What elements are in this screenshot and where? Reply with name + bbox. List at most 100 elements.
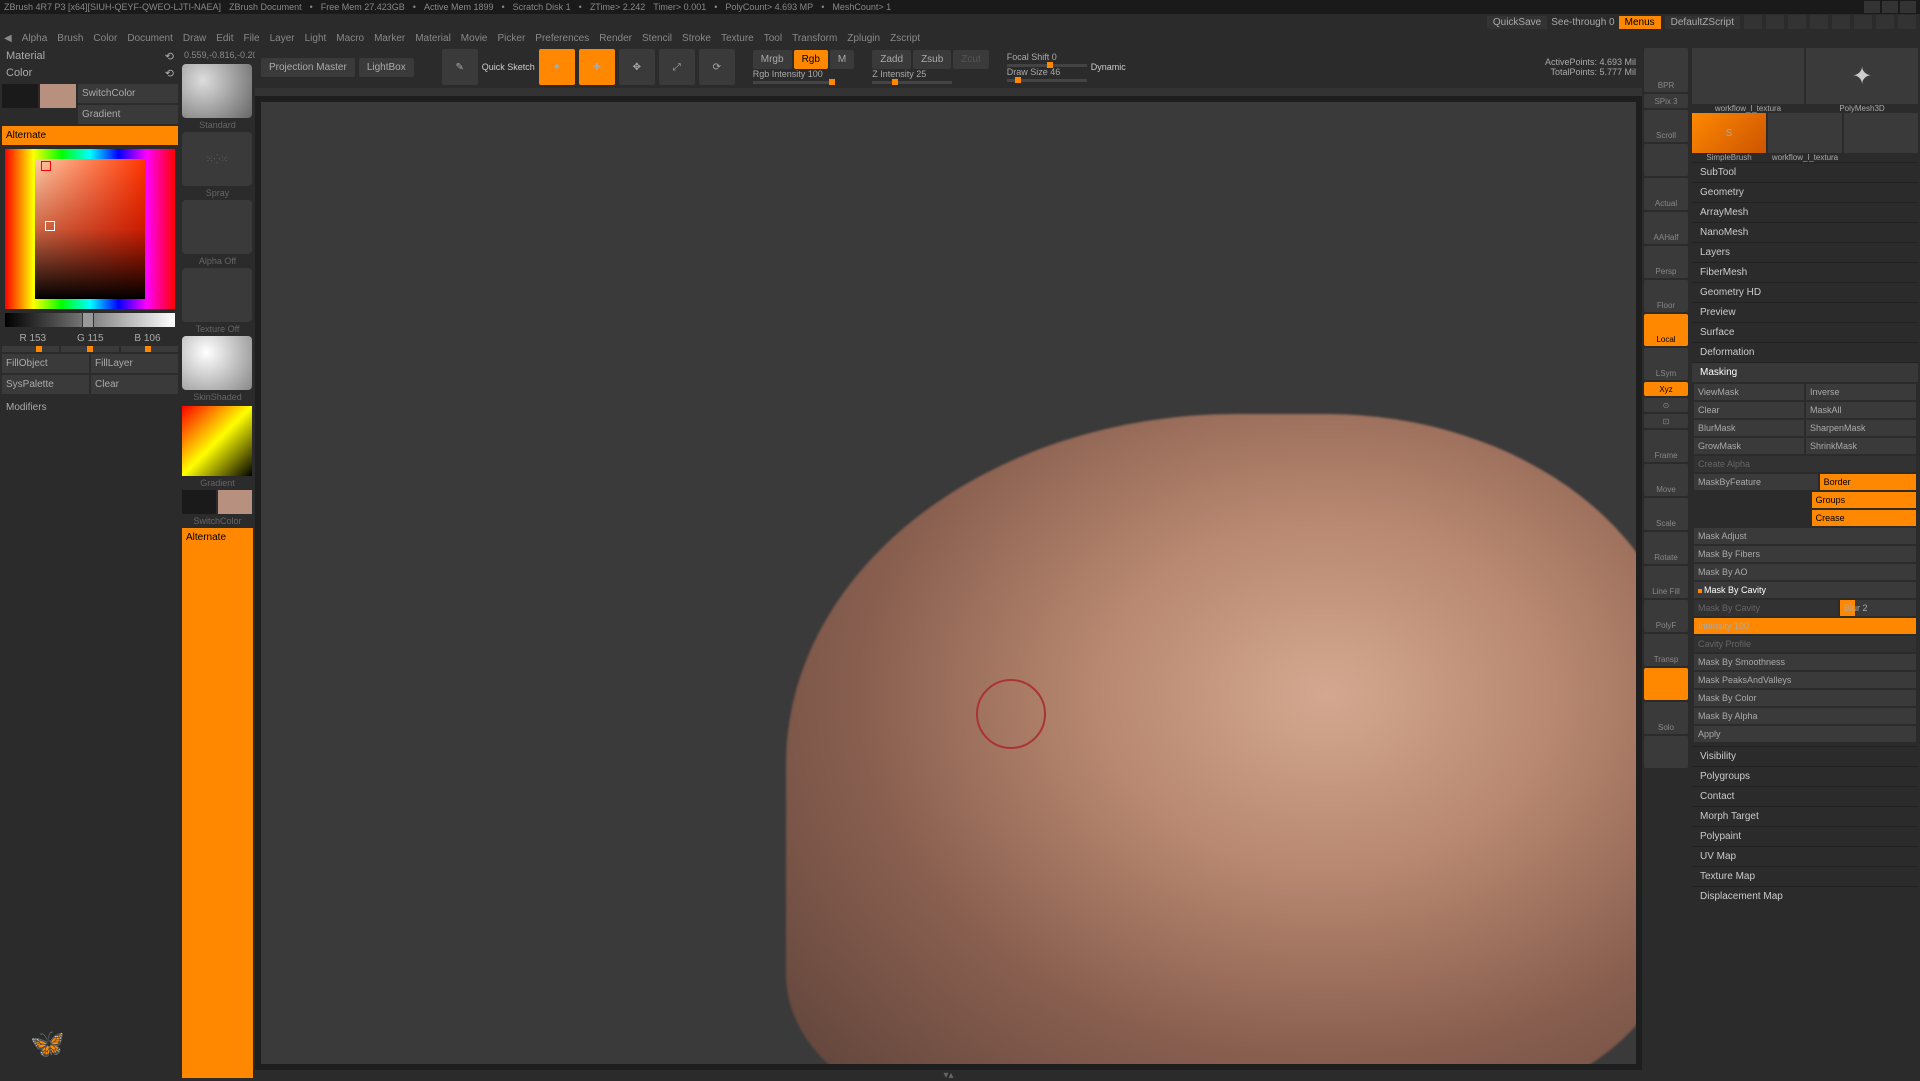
section-nanomesh[interactable]: NanoMesh xyxy=(1692,222,1918,242)
clear-button[interactable]: Clear xyxy=(91,375,178,394)
fillobject-button[interactable]: FillObject xyxy=(2,354,89,373)
growmask-button[interactable]: GrowMask xyxy=(1694,438,1804,454)
material-header[interactable]: Material xyxy=(6,50,45,63)
section-displacementmap[interactable]: Displacement Map xyxy=(1692,886,1918,906)
ghost-icon[interactable] xyxy=(1644,668,1688,700)
section-layers[interactable]: Layers xyxy=(1692,242,1918,262)
b-slider[interactable] xyxy=(121,346,178,352)
border-button[interactable]: Border xyxy=(1820,474,1916,490)
menu-texture[interactable]: Texture xyxy=(721,33,754,44)
secondary-color-swatch[interactable] xyxy=(2,84,38,108)
c1-icon[interactable] xyxy=(1766,15,1784,29)
center-icon[interactable]: ⊙ xyxy=(1644,398,1688,412)
brush-thumb[interactable] xyxy=(182,64,252,118)
section-arraymesh[interactable]: ArrayMesh xyxy=(1692,202,1918,222)
window-close-icon[interactable] xyxy=(1900,1,1916,13)
close-icon[interactable] xyxy=(1898,15,1916,29)
filllayer-button[interactable]: FillLayer xyxy=(91,354,178,373)
texture-thumb[interactable] xyxy=(182,268,252,322)
menu-material[interactable]: Material xyxy=(415,33,451,44)
alpha-thumb[interactable] xyxy=(182,200,252,254)
help-icon[interactable] xyxy=(1832,15,1850,29)
c2-icon[interactable] xyxy=(1788,15,1806,29)
mini-color-picker[interactable] xyxy=(182,406,252,476)
zoom-icon[interactable] xyxy=(1644,144,1688,176)
pin-icon[interactable]: ⟲ xyxy=(165,67,174,80)
section-texturemap[interactable]: Texture Map xyxy=(1692,866,1918,886)
spix-slider[interactable]: SPix 3 xyxy=(1644,94,1688,108)
dynamic-label[interactable]: Dynamic xyxy=(1091,62,1126,72)
menu-color[interactable]: Color xyxy=(93,33,117,44)
tool-thumb-4[interactable] xyxy=(1844,113,1918,153)
section-morphtarget[interactable]: Morph Target xyxy=(1692,806,1918,826)
inverse-button[interactable]: Inverse xyxy=(1806,384,1916,400)
maskbycolor-button[interactable]: Mask By Color xyxy=(1694,690,1916,706)
main-swatch[interactable] xyxy=(218,490,252,514)
bottom-scrollbar[interactable]: ▾▴ xyxy=(255,1070,1642,1080)
menu-tool[interactable]: Tool xyxy=(764,33,782,44)
section-polypaint[interactable]: Polypaint xyxy=(1692,826,1918,846)
move-icon[interactable]: ✥ xyxy=(619,49,655,85)
menu-stencil[interactable]: Stencil xyxy=(642,33,672,44)
main-color-swatch[interactable] xyxy=(40,84,76,108)
menu-light[interactable]: Light xyxy=(305,33,327,44)
zsub-button[interactable]: Zsub xyxy=(913,50,951,69)
maskbyalpha-button[interactable]: Mask By Alpha xyxy=(1694,708,1916,724)
menu-zplugin[interactable]: Zplugin xyxy=(847,33,880,44)
cavityprofile-button[interactable]: Cavity Profile xyxy=(1694,636,1916,652)
zcut-button[interactable]: Zcut xyxy=(953,50,988,69)
zadd-button[interactable]: Zadd xyxy=(872,50,911,69)
modifiers-section[interactable]: Modifiers xyxy=(2,396,178,419)
maskall-button[interactable]: MaskAll xyxy=(1806,402,1916,418)
maskpeaks-button[interactable]: Mask PeaksAndValleys xyxy=(1694,672,1916,688)
z-intensity-slider[interactable]: Z Intensity 25 xyxy=(872,69,988,84)
rotate-icon[interactable]: ⟳ xyxy=(699,49,735,85)
draw-icon[interactable]: ✚ xyxy=(579,49,615,85)
c3-icon[interactable] xyxy=(1810,15,1828,29)
menu-draw[interactable]: Draw xyxy=(183,33,206,44)
menu-alpha[interactable]: Alpha xyxy=(22,33,48,44)
section-subtool[interactable]: SubTool xyxy=(1692,162,1918,182)
linefill-icon[interactable]: Line Fill xyxy=(1644,566,1688,598)
maskbysmoothness-button[interactable]: Mask By Smoothness xyxy=(1694,654,1916,670)
menu-brush[interactable]: Brush xyxy=(57,33,83,44)
menu-render[interactable]: Render xyxy=(599,33,632,44)
actual-icon[interactable]: Actual xyxy=(1644,178,1688,210)
maskbyao-button[interactable]: Mask By AO xyxy=(1694,564,1916,580)
maskadjust-button[interactable]: Mask Adjust xyxy=(1694,528,1916,544)
section-geometry[interactable]: Geometry xyxy=(1692,182,1918,202)
top-scrollbar[interactable] xyxy=(255,88,1642,96)
viewport[interactable] xyxy=(261,102,1636,1064)
focal-shift-slider[interactable]: Focal Shift 0 xyxy=(1007,52,1087,67)
material-thumb[interactable] xyxy=(182,336,252,390)
tool-thumb-3[interactable] xyxy=(1768,113,1842,153)
menu-marker[interactable]: Marker xyxy=(374,33,405,44)
menu-transform[interactable]: Transform xyxy=(792,33,837,44)
gradient-button[interactable]: Gradient xyxy=(78,105,178,124)
menu-layer[interactable]: Layer xyxy=(270,33,295,44)
section-polygroups[interactable]: Polygroups xyxy=(1692,766,1918,786)
intensity-slider[interactable]: Intensity 100 xyxy=(1694,618,1916,634)
script-button[interactable]: DefaultZScript xyxy=(1665,16,1740,29)
section-masking[interactable]: Masking xyxy=(1692,362,1918,382)
menu-preferences[interactable]: Preferences xyxy=(535,33,589,44)
stroke-thumb[interactable]: ⁙⁛⁙ xyxy=(182,132,252,186)
sec-swatch[interactable] xyxy=(182,490,216,514)
maskbycavity-button[interactable]: Mask By Cavity xyxy=(1694,600,1838,616)
menu-stroke[interactable]: Stroke xyxy=(682,33,711,44)
menu-edit[interactable]: Edit xyxy=(216,33,233,44)
alternate-button[interactable]: Alternate xyxy=(2,126,178,145)
draw-size-slider[interactable]: Draw Size 46 xyxy=(1007,67,1087,82)
fit-icon[interactable]: ⊡ xyxy=(1644,414,1688,428)
seethrough-slider[interactable]: See-through 0 xyxy=(1551,17,1614,28)
section-contact[interactable]: Contact xyxy=(1692,786,1918,806)
persp-icon[interactable]: Persp xyxy=(1644,246,1688,278)
sharpenmask-button[interactable]: SharpenMask xyxy=(1806,420,1916,436)
frame-icon[interactable]: Frame xyxy=(1644,430,1688,462)
menu-macro[interactable]: Macro xyxy=(336,33,364,44)
lightbox-button[interactable]: LightBox xyxy=(359,58,414,77)
section-visibility[interactable]: Visibility xyxy=(1692,746,1918,766)
grid-icon[interactable] xyxy=(1644,736,1688,768)
crease-button[interactable]: Crease xyxy=(1812,510,1916,526)
section-deformation[interactable]: Deformation xyxy=(1692,342,1918,362)
